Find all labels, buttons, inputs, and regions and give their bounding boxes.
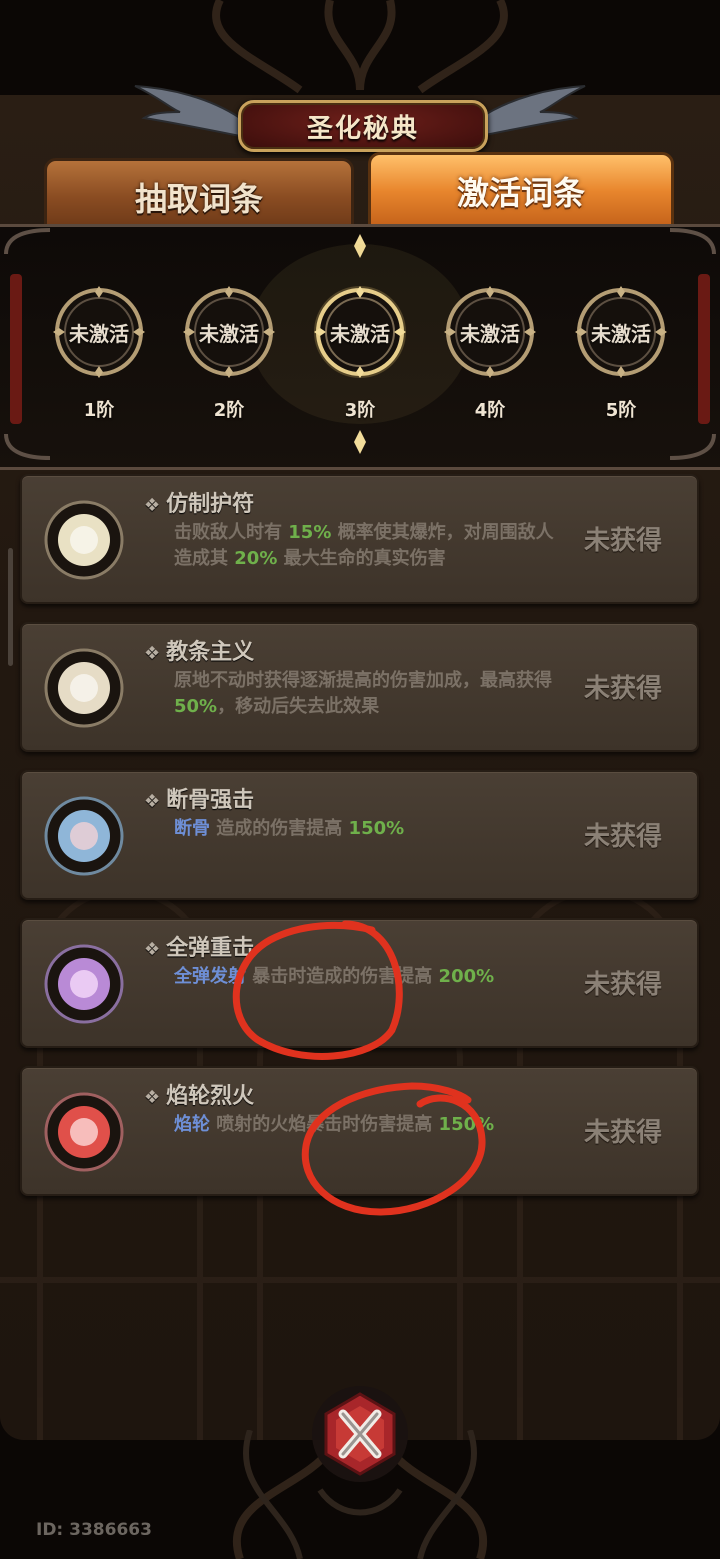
user-id: ID: 3386663	[36, 1520, 152, 1540]
diamond-icon: ❖	[144, 939, 161, 960]
highlight-value: 20%	[234, 548, 278, 569]
entry-orb-icon	[44, 796, 124, 876]
tier-status: 未激活	[69, 321, 129, 346]
entry-description: 击败敌人时有 15% 概率使其爆炸，对周围敌人造成其 20% 最大生命的真实伤害	[174, 520, 554, 572]
tier-label-4: 4阶	[474, 400, 506, 421]
tab-draw-entries[interactable]: 抽取词条	[44, 158, 354, 230]
scrollbar[interactable]	[8, 548, 13, 666]
entry-description: 断骨 造成的伤害提高 150%	[174, 816, 554, 842]
tier-status: 未激活	[199, 321, 259, 346]
tier-node-1[interactable]: 未激活	[51, 284, 147, 380]
diamond-icon: ❖	[144, 791, 161, 812]
tier-status: 未激活	[460, 321, 520, 346]
desc-text: 最大生命的真实伤害	[277, 548, 446, 569]
entry-name-text: 焰轮烈火	[166, 1084, 255, 1109]
page-title: 圣化秘典	[306, 113, 419, 144]
diamond-icon: ❖	[144, 1087, 161, 1108]
tab-activate-entries[interactable]: 激活词条	[368, 152, 674, 230]
tier-node-2[interactable]: 未激活	[181, 284, 277, 380]
entry-card-3[interactable]: ❖ 断骨强击 断骨 造成的伤害提高 150% 未获得	[20, 770, 699, 900]
desc-text: 造成的伤害提高	[210, 818, 349, 839]
desc-text: 原地不动时获得逐渐提高的伤害加成，最高获得	[174, 670, 552, 691]
tier-node-3[interactable]: 未激活	[312, 284, 408, 380]
highlight-value: 150%	[438, 1114, 495, 1135]
entry-card-1[interactable]: ❖ 仿制护符 击败敌人时有 15% 概率使其爆炸，对周围敌人造成其 20% 最大生…	[20, 474, 699, 604]
highlight-value: 15%	[288, 522, 332, 543]
entry-orb-icon	[44, 944, 124, 1024]
desc-text: 暴击时造成的伤害提高	[246, 966, 439, 987]
tier-label-3: 3阶	[344, 400, 376, 421]
tier-status: 未激活	[330, 321, 390, 346]
entry-description: 全弹发射 暴击时造成的伤害提高 200%	[174, 964, 554, 990]
entry-orb-icon	[44, 648, 124, 728]
tier-node-4[interactable]: 未激活	[442, 284, 538, 380]
entry-status: 未获得	[583, 674, 662, 704]
diamond-icon: ❖	[144, 495, 161, 516]
tier-label-1: 1阶	[83, 400, 115, 421]
entry-status: 未获得	[583, 822, 662, 852]
entry-orb-icon	[44, 1092, 124, 1172]
entry-card-2[interactable]: ❖ 教条主义 原地不动时获得逐渐提高的伤害加成，最高获得 50%，移动后失去此效果…	[20, 622, 699, 752]
highlight-value: 断骨	[174, 818, 210, 839]
entry-name: ❖ 全弹重击	[144, 930, 254, 962]
entry-name-text: 断骨强击	[166, 788, 255, 813]
highlight-value: 50%	[174, 696, 218, 717]
entry-name: ❖ 焰轮烈火	[144, 1078, 254, 1110]
entry-description: 焰轮 喷射的火焰暴击时伤害提高 150%	[174, 1112, 554, 1138]
diamond-icon: ❖	[144, 643, 161, 664]
entry-name: ❖ 仿制护符	[144, 486, 254, 518]
desc-text: 击败敌人时有	[174, 522, 289, 543]
desc-text: 喷射的火焰暴击时伤害提高	[210, 1114, 439, 1135]
entry-name-text: 教条主义	[166, 640, 255, 665]
entry-description: 原地不动时获得逐渐提高的伤害加成，最高获得 50%，移动后失去此效果	[174, 668, 554, 720]
entry-name-text: 全弹重击	[166, 936, 255, 961]
entry-name: ❖ 教条主义	[144, 634, 254, 666]
entry-orb-icon	[44, 500, 124, 580]
entry-name-text: 仿制护符	[166, 492, 255, 517]
tier-label-2: 2阶	[213, 400, 245, 421]
entry-card-5[interactable]: ❖ 焰轮烈火 焰轮 喷射的火焰暴击时伤害提高 150% 未获得	[20, 1066, 699, 1196]
entry-name: ❖ 断骨强击	[144, 782, 254, 814]
title-banner: 圣化秘典	[238, 100, 488, 152]
entry-status: 未获得	[583, 970, 662, 1000]
highlight-value: 200%	[438, 966, 495, 987]
highlight-value: 焰轮	[174, 1114, 210, 1135]
tier-label-5: 5阶	[605, 400, 637, 421]
desc-text: ，移动后失去此效果	[217, 696, 380, 717]
entry-status: 未获得	[583, 526, 662, 556]
entry-card-4[interactable]: ❖ 全弹重击 全弹发射 暴击时造成的伤害提高 200% 未获得	[20, 918, 699, 1048]
highlight-value: 150%	[348, 818, 405, 839]
tier-status: 未激活	[591, 321, 651, 346]
entry-status: 未获得	[583, 1118, 662, 1148]
tier-node-5[interactable]: 未激活	[573, 284, 669, 380]
highlight-value: 全弹发射	[174, 966, 246, 987]
